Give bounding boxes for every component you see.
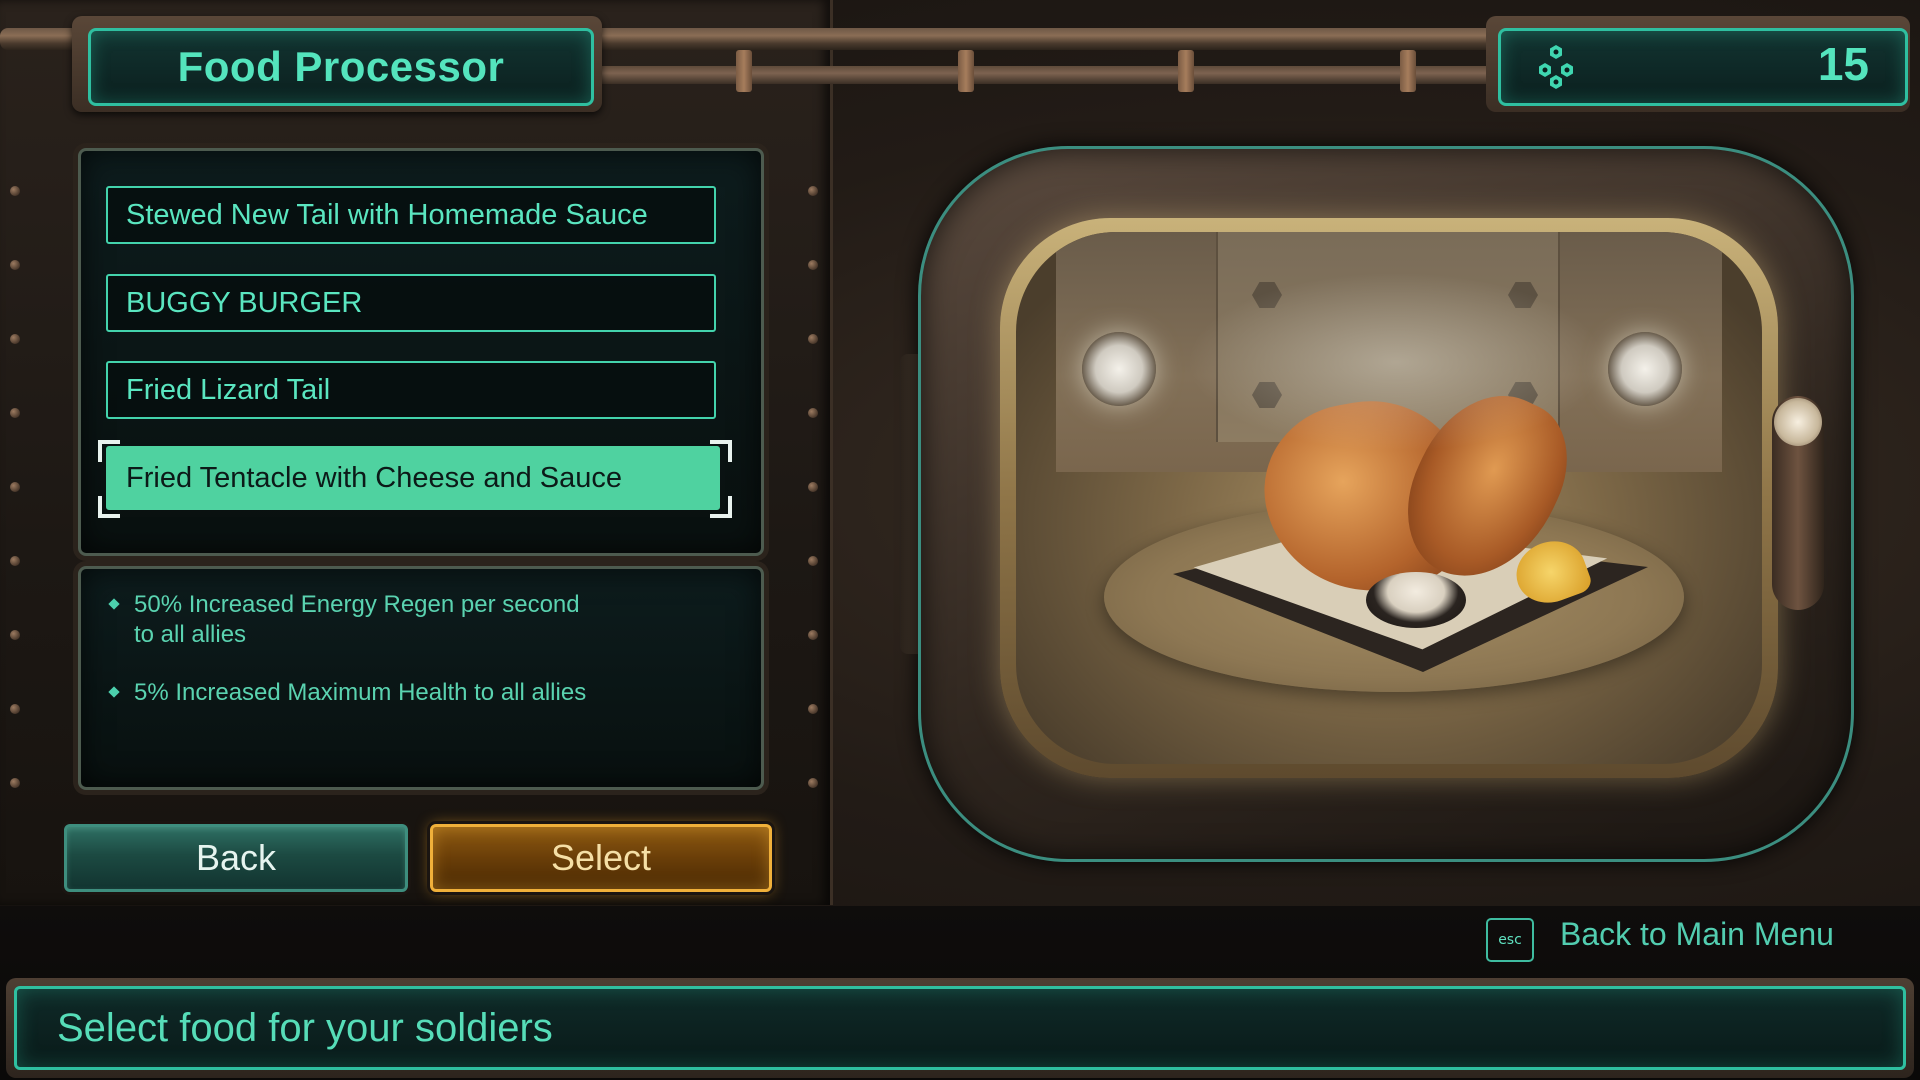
rivet <box>10 704 20 714</box>
rivet <box>808 334 818 344</box>
recipe-item[interactable]: Fried Lizard Tail <box>106 361 716 419</box>
sauce-cup <box>1366 572 1466 628</box>
rivet <box>808 704 818 714</box>
selection-bracket <box>710 496 732 518</box>
recipe-item-selected[interactable]: Fried Tentacle with Cheese and Sauce <box>106 446 720 510</box>
page-title: Food Processor <box>177 43 505 90</box>
effect-line: 5% Increased Maximum Health to all allie… <box>108 678 630 708</box>
food-preview-window <box>1016 232 1762 764</box>
currency-display: 15 <box>1498 28 1908 106</box>
oven-indicator-light <box>1774 398 1822 446</box>
rivet <box>808 260 818 270</box>
rivet <box>808 186 818 196</box>
rivet <box>10 334 20 344</box>
rivet <box>808 556 818 566</box>
esc-key-icon[interactable]: esc <box>1486 918 1534 962</box>
rivet <box>808 408 818 418</box>
rivet <box>10 482 20 492</box>
effect-text: 5% Increased Maximum Health to all allie… <box>134 679 587 706</box>
recipe-item-label: BUGGY BURGER <box>126 286 363 319</box>
rivet <box>10 408 20 418</box>
pipe-clamp <box>1400 50 1416 92</box>
back-button-label: Back <box>195 837 277 878</box>
esc-key-label: esc <box>1498 932 1522 948</box>
recipe-item[interactable]: BUGGY BURGER <box>106 274 716 332</box>
pipe-clamp <box>1178 50 1194 92</box>
pipe-clamp <box>736 50 752 92</box>
rivet <box>10 186 20 196</box>
rivet <box>808 482 818 492</box>
title-box: Food Processor <box>88 28 594 106</box>
hint-text: Select food for your soldiers <box>57 1005 553 1050</box>
selection-bracket <box>710 440 732 462</box>
rivet <box>808 630 818 640</box>
recipe-item-label: Stewed New Tail with Homemade Sauce <box>126 198 648 231</box>
back-to-main-menu-link[interactable]: Back to Main Menu <box>1560 916 1834 953</box>
secondary-pipe <box>600 66 1500 84</box>
select-button[interactable]: Select <box>430 824 772 892</box>
bullet-diamond-icon <box>108 598 120 610</box>
effect-text: 50% Increased Energy Regen per second <box>134 591 580 618</box>
rivet <box>10 556 20 566</box>
oven-light <box>1608 332 1682 406</box>
rivet <box>10 778 20 788</box>
effect-text-cont: to all allies <box>134 621 247 648</box>
selection-bracket <box>98 440 120 462</box>
recipe-item[interactable]: Stewed New Tail with Homemade Sauce <box>106 186 716 244</box>
rivet <box>10 260 20 270</box>
hint-box: Select food for your soldiers <box>14 986 1906 1070</box>
rivet <box>10 630 20 640</box>
recipe-item-label: Fried Tentacle with Cheese and Sauce <box>126 461 622 494</box>
back-button[interactable]: Back <box>64 824 408 892</box>
bullet-diamond-icon <box>108 686 120 698</box>
steam <box>1186 272 1606 452</box>
effect-line: 50% Increased Energy Regen per second to… <box>108 590 630 650</box>
currency-value: 15 <box>1817 38 1869 90</box>
oven-light <box>1082 332 1156 406</box>
rivet <box>808 778 818 788</box>
selection-bracket <box>98 496 120 518</box>
cog-cluster-icon <box>1539 45 1573 89</box>
recipe-item-label: Fried Lizard Tail <box>126 373 331 406</box>
select-button-label: Select <box>550 837 652 878</box>
pipe-clamp <box>958 50 974 92</box>
